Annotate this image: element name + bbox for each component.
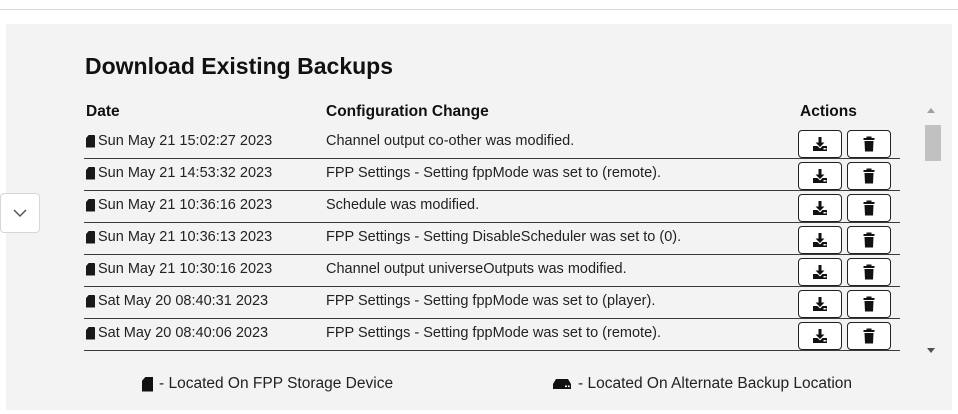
top-divider — [0, 9, 958, 10]
row-change: Schedule was modified. — [326, 197, 480, 213]
row-date-text: Sun May 21 14:53:32 2023 — [98, 165, 273, 181]
sd-card-icon — [86, 134, 95, 148]
row-date-text: Sun May 21 10:36:16 2023 — [98, 197, 273, 213]
download-backup-button[interactable] — [798, 322, 842, 350]
legend-alternate-label: - Located On Alternate Backup Location — [578, 375, 853, 392]
table-row: Sat May 20 08:40:06 2023 FPP Settings - S… — [84, 319, 900, 351]
delete-backup-button[interactable] — [847, 322, 891, 350]
row-change: FPP Settings - Setting DisableScheduler … — [326, 229, 682, 245]
download-backup-button[interactable] — [798, 290, 842, 318]
sd-card-icon — [142, 376, 153, 392]
row-date: Sun May 21 14:53:32 2023 — [84, 165, 272, 181]
row-date-text: Sun May 21 15:02:27 2023 — [98, 133, 273, 149]
download-icon — [813, 169, 827, 183]
row-date: Sun May 21 10:30:16 2023 — [84, 261, 272, 277]
row-date-text: Sat May 20 08:40:31 2023 — [98, 293, 269, 309]
table-row: Sun May 21 10:30:16 2023 Channel output u… — [84, 255, 900, 287]
sd-card-icon — [86, 294, 95, 308]
row-change: FPP Settings - Setting fppMode was set t… — [326, 293, 656, 309]
section-title: Download Existing Backups — [85, 53, 393, 79]
row-date: Sun May 21 10:36:13 2023 — [84, 229, 272, 245]
trash-icon — [863, 168, 875, 184]
delete-backup-button[interactable] — [847, 258, 891, 286]
delete-backup-button[interactable] — [847, 130, 891, 158]
table-row: Sun May 21 14:53:32 2023 FPP Settings - S… — [84, 159, 900, 191]
row-date: Sun May 21 15:02:27 2023 — [84, 133, 272, 149]
trash-icon — [863, 136, 875, 152]
legend-alternate: - Located On Alternate Backup Location — [552, 375, 852, 393]
hard-drive-icon — [553, 379, 571, 389]
download-backup-button[interactable] — [798, 258, 842, 286]
trash-icon — [863, 200, 875, 216]
row-date-text: Sun May 21 10:30:16 2023 — [98, 261, 273, 277]
download-icon — [813, 137, 827, 151]
delete-backup-button[interactable] — [847, 194, 891, 222]
download-backup-button[interactable] — [798, 194, 842, 222]
download-icon — [813, 297, 827, 311]
table-row: Sun May 21 15:02:27 2023 Channel output c… — [84, 127, 900, 159]
download-icon — [813, 329, 827, 343]
trash-icon — [863, 328, 875, 344]
column-header-date: Date — [86, 103, 120, 120]
delete-backup-button[interactable] — [847, 226, 891, 254]
row-date: Sat May 20 08:40:31 2023 — [84, 293, 268, 309]
delete-backup-button[interactable] — [847, 162, 891, 190]
download-backup-button[interactable] — [798, 130, 842, 158]
table-row: Sat May 20 08:40:31 2023 FPP Settings - S… — [84, 287, 900, 319]
row-date: Sun May 21 10:36:16 2023 — [84, 197, 272, 213]
row-change: FPP Settings - Setting fppMode was set t… — [326, 325, 661, 341]
scroll-thumb[interactable] — [925, 125, 941, 161]
download-backup-button[interactable] — [798, 162, 842, 190]
trash-icon — [863, 232, 875, 248]
sd-card-icon — [86, 326, 95, 340]
sd-card-icon — [86, 230, 95, 244]
sd-card-icon — [86, 262, 95, 276]
row-date: Sat May 20 08:40:06 2023 — [84, 325, 268, 341]
row-change: Channel output co-other was modified. — [326, 133, 575, 149]
collapse-toggle-button[interactable] — [0, 193, 40, 233]
table-scrollbar[interactable] — [922, 103, 944, 363]
download-icon — [813, 201, 827, 215]
backups-table[interactable]: Date Configuration Change Actions Sun Ma… — [84, 103, 910, 363]
row-date-text: Sun May 21 10:36:13 2023 — [98, 229, 273, 245]
column-header-actions: Actions — [800, 103, 857, 120]
chevron-down-icon — [13, 208, 27, 217]
sd-card-icon — [86, 166, 95, 180]
scroll-up-arrow[interactable] — [927, 108, 935, 113]
trash-icon — [863, 296, 875, 312]
row-change: Channel output universeOutputs was modif… — [326, 261, 627, 277]
delete-backup-button[interactable] — [847, 290, 891, 318]
legend-storage-label: - Located On FPP Storage Device — [159, 375, 394, 392]
legend-storage: - Located On FPP Storage Device — [142, 375, 393, 393]
scroll-down-arrow[interactable] — [927, 348, 935, 353]
download-icon — [813, 233, 827, 247]
table-row: Sun May 21 10:36:16 2023 Schedule was mod… — [84, 191, 900, 223]
row-date-text: Sat May 20 08:40:06 2023 — [98, 325, 269, 341]
download-icon — [813, 265, 827, 279]
download-backup-button[interactable] — [798, 226, 842, 254]
row-change: FPP Settings - Setting fppMode was set t… — [326, 165, 661, 181]
table-row: Sun May 21 10:36:13 2023 FPP Settings - S… — [84, 223, 900, 255]
column-header-change: Configuration Change — [326, 103, 489, 120]
trash-icon — [863, 264, 875, 280]
sd-card-icon — [86, 198, 95, 212]
